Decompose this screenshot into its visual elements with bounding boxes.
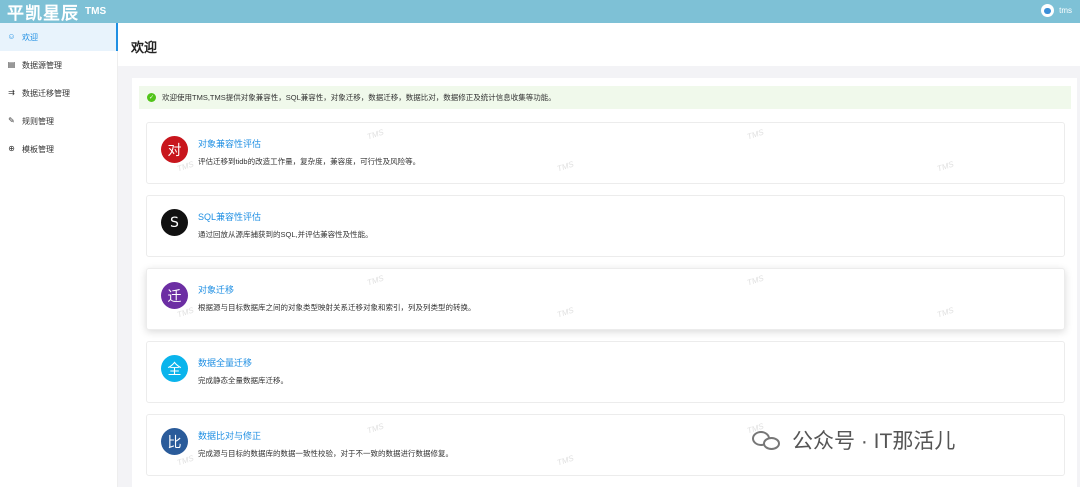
sidebar-item-label: 数据迁移管理 [22, 88, 70, 98]
sidebar-item-label: 欢迎 [22, 32, 38, 42]
card-desc: 根据源与目标数据库之间的对象类型映射关系迁移对象和索引，列及列类型的转换。 [198, 303, 476, 312]
migrate-icon: ⇉ [8, 88, 15, 97]
wechat-icon [752, 429, 782, 451]
user-name: tms [1059, 6, 1072, 15]
sidebar-item-label: 规则管理 [22, 116, 54, 126]
sidebar-item-templates[interactable]: ⊕ 模板管理 [0, 135, 117, 163]
sidebar-item-datasource[interactable]: ▤ 数据源管理 [0, 51, 117, 79]
card-title[interactable]: 对象兼容性评估 [198, 137, 261, 150]
card-badge: S [161, 209, 188, 236]
card-title[interactable]: 数据全量迁移 [198, 356, 252, 369]
sidebar-item-label: 数据源管理 [22, 60, 62, 70]
page-header: 欢迎 [118, 23, 1080, 66]
card-desc: 评估迁移到tidb的改造工作量，复杂度，兼容度，可行性及风险等。 [198, 157, 421, 166]
brand-subtitle: TMS [85, 6, 107, 17]
card-badge: 全 [161, 355, 188, 382]
card-object-compat[interactable]: 对 对象兼容性评估 评估迁移到tidb的改造工作量，复杂度，兼容度，可行性及风险… [146, 122, 1065, 184]
sidebar-item-label: 模板管理 [22, 144, 54, 154]
avatar [1041, 4, 1055, 17]
card-sql-compat[interactable]: S SQL兼容性评估 通过回放从源库捕获到的SQL,并评估兼容性及性能。 [146, 195, 1065, 257]
top-header: 平凯星辰 TMS tms [0, 0, 1080, 23]
globe-icon: ⊕ [8, 144, 15, 153]
alert-text: 欢迎使用TMS,TMS提供对象兼容性，SQL兼容性，对象迁移，数据迁移，数据比对… [162, 93, 556, 102]
card-desc: 完成静态全量数据库迁移。 [198, 376, 288, 385]
card-full-migration[interactable]: 全 数据全量迁移 完成静态全量数据库迁移。 [146, 341, 1065, 403]
card-badge: 比 [161, 428, 188, 455]
card-badge: 迁 [161, 282, 188, 309]
smile-icon: ☺ [7, 32, 16, 41]
sidebar-item-migration[interactable]: ⇉ 数据迁移管理 [0, 79, 117, 107]
user-menu[interactable]: tms [1041, 4, 1072, 17]
card-desc: 完成源与目标的数据库的数据一致性校验，对于不一致的数据进行数据修复。 [198, 449, 453, 458]
card-badge: 对 [161, 136, 188, 163]
page-title: 欢迎 [131, 40, 158, 55]
card-object-migration[interactable]: 迁 对象迁移 根据源与目标数据库之间的对象类型映射关系迁移对象和索引，列及列类型… [146, 268, 1065, 330]
sidebar-item-welcome[interactable]: ☺ 欢迎 [0, 23, 118, 51]
brand-title: 平凯星辰 [7, 4, 79, 23]
footer-watermark: 公众号 · IT那活儿 [752, 425, 955, 455]
card-desc: 通过回放从源库捕获到的SQL,并评估兼容性及性能。 [198, 230, 373, 239]
welcome-alert: ✓ 欢迎使用TMS,TMS提供对象兼容性，SQL兼容性，对象迁移，数据迁移，数据… [139, 86, 1071, 109]
edit-icon: ✎ [8, 116, 15, 125]
sidebar-item-rules[interactable]: ✎ 规则管理 [0, 107, 117, 135]
card-title[interactable]: SQL兼容性评估 [198, 210, 261, 223]
sidebar: ☺ 欢迎 ▤ 数据源管理 ⇉ 数据迁移管理 ✎ 规则管理 ⊕ 模板管理 [0, 23, 118, 487]
document-icon: ▤ [7, 60, 16, 69]
check-circle-icon: ✓ [147, 93, 156, 102]
footer-text: 公众号 · IT那活儿 [792, 430, 956, 453]
card-title[interactable]: 对象迁移 [198, 283, 234, 296]
card-title[interactable]: 数据比对与修正 [198, 429, 261, 442]
